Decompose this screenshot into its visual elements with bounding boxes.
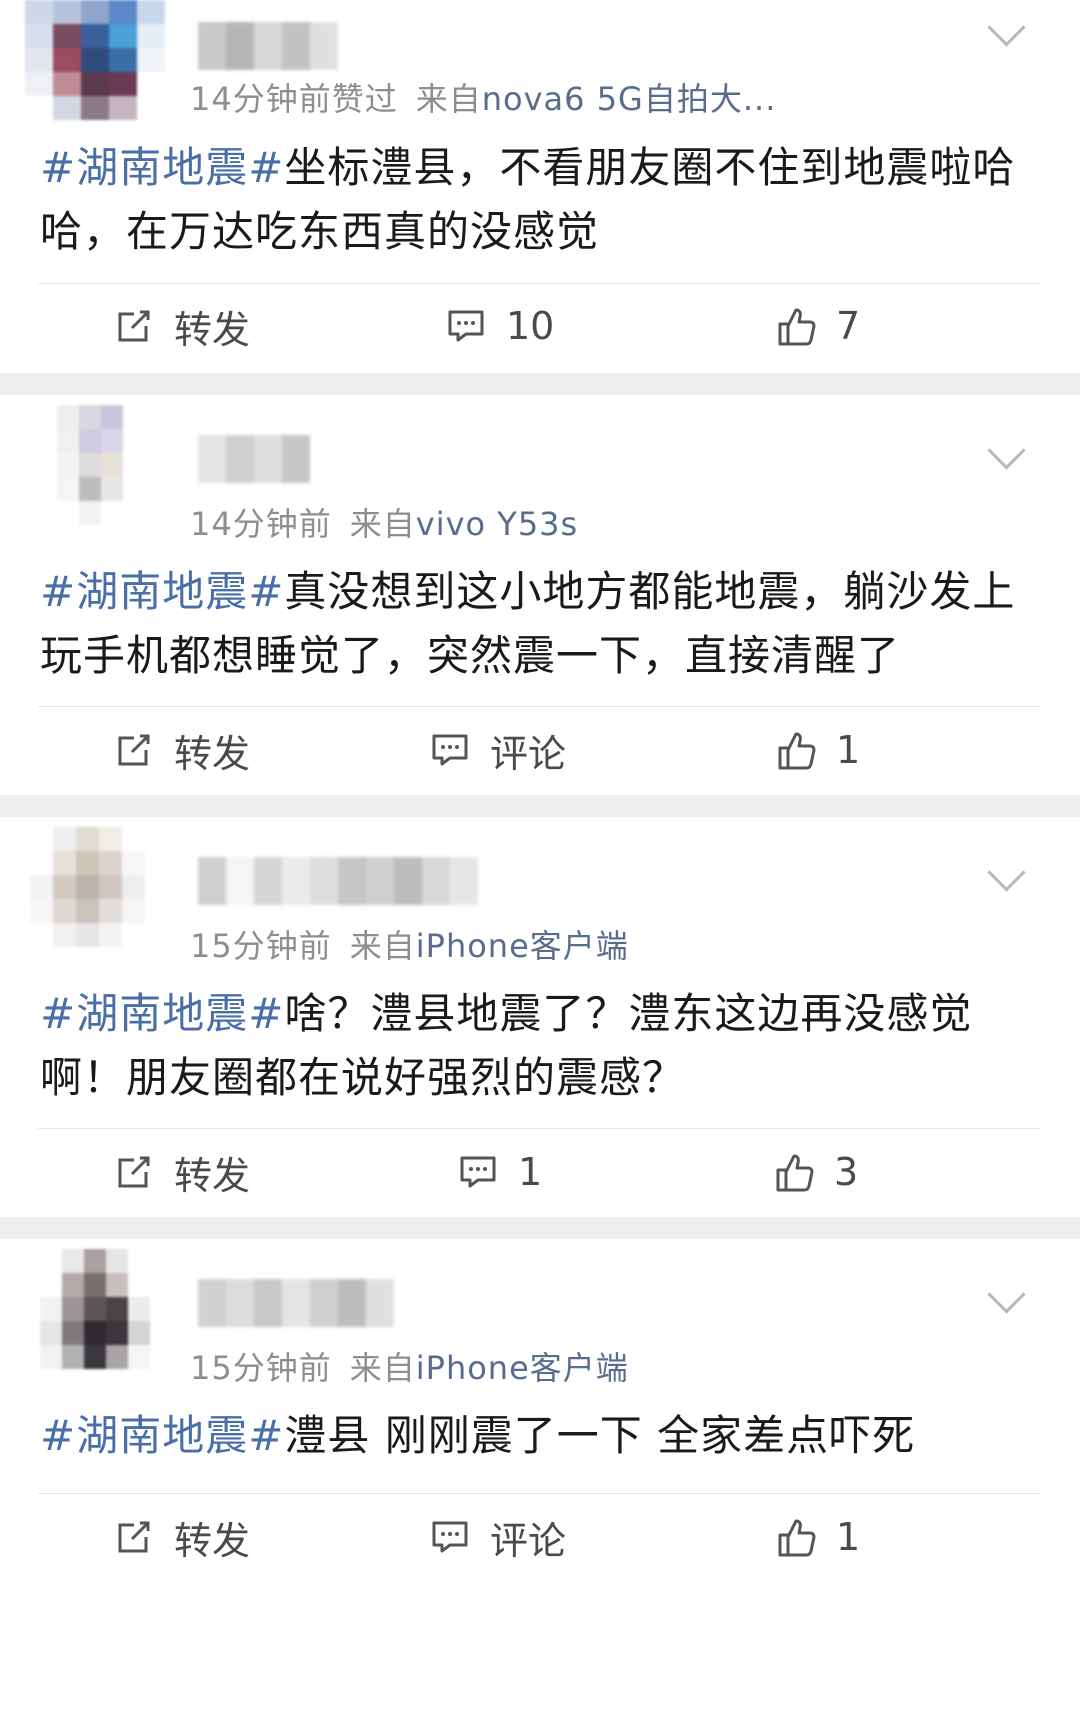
action-bar: 转发 评论 1 bbox=[0, 720, 1080, 780]
username-blurred[interactable] bbox=[198, 857, 478, 905]
chevron-down-icon[interactable] bbox=[987, 8, 1026, 47]
like-button[interactable]: 7 bbox=[774, 296, 860, 356]
repost-label: 转发 bbox=[174, 1153, 251, 1198]
source-prefix: 来自 bbox=[349, 505, 416, 543]
post-time: 15分钟前 bbox=[190, 927, 332, 965]
post-source[interactable]: iPhone客户端 bbox=[416, 927, 629, 965]
repost-button[interactable]: 转发 bbox=[112, 1507, 250, 1567]
post-meta: 15分钟前 来自iPhone客户端 bbox=[190, 1343, 629, 1389]
divider bbox=[38, 1128, 1040, 1129]
comment-icon bbox=[432, 734, 468, 766]
source-prefix: 来自 bbox=[415, 80, 482, 118]
like-count: 1 bbox=[836, 728, 861, 772]
post-separator bbox=[0, 795, 1080, 817]
action-bar: 转发 10 7 bbox=[0, 296, 1080, 356]
comment-icon bbox=[432, 1521, 468, 1553]
post-separator bbox=[0, 373, 1080, 395]
post-source[interactable]: vivo Y53s bbox=[416, 505, 578, 543]
comment-count: 1 bbox=[518, 1150, 543, 1194]
chevron-down-icon[interactable] bbox=[987, 431, 1026, 470]
comment-label: 评论 bbox=[490, 1518, 567, 1563]
post-card[interactable]: 15分钟前 来自iPhone客户端 #湖南地震#澧县 刚刚震了一下 全家差点吓死 … bbox=[0, 1239, 1080, 1715]
like-count: 7 bbox=[836, 304, 861, 348]
post-source[interactable]: iPhone客户端 bbox=[416, 1349, 629, 1387]
avatar[interactable] bbox=[25, 0, 165, 120]
avatar[interactable] bbox=[30, 827, 145, 947]
chevron-down-icon[interactable] bbox=[987, 1275, 1026, 1314]
post-content[interactable]: #湖南地震#啥？澧县地震了？澧东这边再没感觉啊！朋友圈都在说好强烈的震感？ bbox=[40, 982, 1035, 1110]
repost-icon bbox=[118, 734, 150, 766]
like-button[interactable]: 3 bbox=[772, 1142, 858, 1202]
post-content[interactable]: #湖南地震#澧县 刚刚震了一下 全家差点吓死 bbox=[40, 1404, 1035, 1468]
username-blurred[interactable] bbox=[198, 1279, 394, 1327]
action-bar: 转发 1 3 bbox=[0, 1142, 1080, 1202]
post-source[interactable]: nova6 5G自拍大... bbox=[482, 80, 777, 118]
post-card[interactable]: 14分钟前 来自vivo Y53s #湖南地震#真没想到这小地方都能地震，躺沙发上… bbox=[0, 395, 1080, 795]
comment-icon bbox=[460, 1156, 496, 1188]
hashtag-link[interactable]: #湖南地震# bbox=[40, 989, 284, 1038]
comment-button[interactable]: 评论 bbox=[428, 720, 566, 780]
post-content[interactable]: #湖南地震#真没想到这小地方都能地震，躺沙发上玩手机都想睡觉了，突然震一下，直接… bbox=[40, 560, 1035, 688]
hashtag-link[interactable]: #湖南地震# bbox=[40, 143, 284, 192]
divider bbox=[38, 706, 1040, 707]
repost-label: 转发 bbox=[174, 307, 251, 352]
source-prefix: 来自 bbox=[349, 927, 416, 965]
username-blurred[interactable] bbox=[198, 435, 310, 483]
comment-button[interactable]: 1 bbox=[456, 1142, 542, 1202]
thumbs-up-icon bbox=[778, 308, 816, 346]
repost-icon bbox=[118, 1156, 150, 1188]
hashtag-link[interactable]: #湖南地震# bbox=[40, 567, 284, 616]
source-prefix: 来自 bbox=[349, 1349, 416, 1387]
post-card[interactable]: 15分钟前 来自iPhone客户端 #湖南地震#啥？澧县地震了？澧东这边再没感觉啊… bbox=[0, 817, 1080, 1217]
post-content[interactable]: #湖南地震#坐标澧县，不看朋友圈不住到地震啦哈哈，在万达吃东西真的没感觉 bbox=[40, 136, 1035, 264]
post-meta: 14分钟前赞过 来自nova6 5G自拍大... bbox=[190, 74, 776, 120]
like-button[interactable]: 1 bbox=[774, 720, 860, 780]
post-text: 澧县 刚刚震了一下 全家差点吓死 bbox=[284, 1411, 916, 1460]
like-count: 1 bbox=[836, 1515, 861, 1559]
hashtag-link[interactable]: #湖南地震# bbox=[40, 1411, 284, 1460]
avatar[interactable] bbox=[40, 1249, 150, 1369]
chevron-down-icon[interactable] bbox=[987, 853, 1026, 892]
like-count: 3 bbox=[834, 1150, 859, 1194]
post-time: 14分钟前 bbox=[190, 505, 332, 543]
divider bbox=[38, 283, 1040, 284]
repost-button[interactable]: 转发 bbox=[112, 720, 250, 780]
comment-button[interactable]: 评论 bbox=[428, 1507, 566, 1567]
divider bbox=[38, 1493, 1040, 1494]
like-button[interactable]: 1 bbox=[774, 1507, 860, 1567]
post-card[interactable]: 14分钟前赞过 来自nova6 5G自拍大... #湖南地震#坐标澧县，不看朋友圈… bbox=[0, 0, 1080, 373]
comment-button[interactable]: 10 bbox=[444, 296, 554, 356]
repost-icon bbox=[118, 310, 150, 342]
weibo-feed: 14分钟前赞过 来自nova6 5G自拍大... #湖南地震#坐标澧县，不看朋友圈… bbox=[0, 0, 1080, 1715]
repost-button[interactable]: 转发 bbox=[112, 1142, 250, 1202]
repost-label: 转发 bbox=[174, 1518, 251, 1563]
action-bar: 转发 评论 1 bbox=[0, 1507, 1080, 1567]
thumbs-up-icon bbox=[778, 732, 816, 770]
comment-count: 10 bbox=[506, 304, 555, 348]
avatar[interactable] bbox=[35, 405, 145, 525]
thumbs-up-icon bbox=[778, 1519, 816, 1557]
post-meta: 15分钟前 来自iPhone客户端 bbox=[190, 921, 629, 967]
comment-label: 评论 bbox=[490, 731, 567, 776]
post-time: 14分钟前赞过 bbox=[190, 80, 398, 118]
repost-icon bbox=[118, 1521, 150, 1553]
post-time: 15分钟前 bbox=[190, 1349, 332, 1387]
comment-icon bbox=[448, 310, 484, 342]
repost-button[interactable]: 转发 bbox=[112, 296, 250, 356]
post-meta: 14分钟前 来自vivo Y53s bbox=[190, 499, 578, 545]
username-blurred[interactable] bbox=[198, 22, 338, 70]
thumbs-up-icon bbox=[776, 1154, 814, 1192]
post-separator bbox=[0, 1217, 1080, 1239]
repost-label: 转发 bbox=[174, 731, 251, 776]
